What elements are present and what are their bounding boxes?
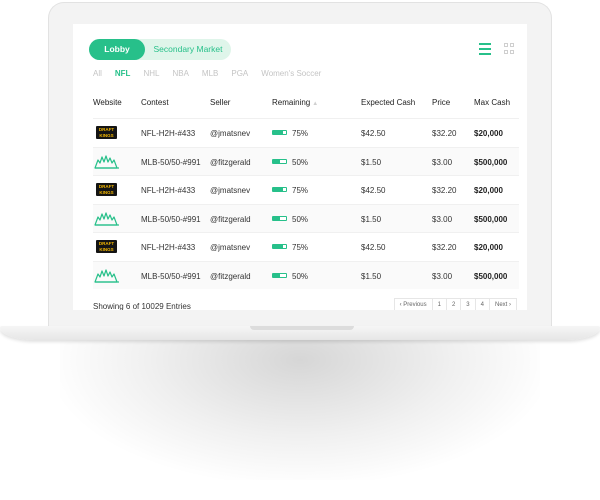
table-row[interactable]: DRAFT KINGS NFL-H2H-#433 @jmatsnev 75% $42.5…	[93, 118, 519, 147]
expected-cash-cell: $42.50	[361, 186, 386, 195]
remaining-progress-fill	[273, 131, 283, 134]
page-2-button[interactable]: 2	[445, 298, 461, 310]
remaining-cell: 75%	[292, 243, 309, 252]
draftkings-logo: DRAFT KINGS	[96, 183, 117, 196]
seller-cell[interactable]: @jmatsnev	[210, 186, 250, 195]
expected-cash-cell: $42.50	[361, 129, 386, 138]
pagination: ‹ Previous 1 2 3 4 Next ›	[393, 298, 517, 310]
expected-cash-cell: $1.50	[361, 157, 382, 167]
max-cash-cell: $20,000	[474, 186, 503, 195]
entries-count: Showing 6 of 10029 Entries	[93, 302, 191, 310]
contest-cell[interactable]: MLB-50/50-#991	[141, 158, 201, 167]
seller-cell[interactable]: @jmatsnev	[210, 243, 250, 252]
seller-cell[interactable]: @fitzgerald	[210, 272, 251, 281]
contest-cell[interactable]: NFL-H2H-#433	[141, 186, 195, 195]
page-4-button[interactable]: 4	[474, 298, 489, 310]
column-remaining[interactable]: Remaining ▲	[272, 98, 318, 107]
price-cell: $32.20	[432, 186, 457, 195]
next-button[interactable]: Next ›	[488, 298, 517, 310]
column-price[interactable]: Price	[432, 98, 450, 107]
remaining-cell: 75%	[292, 186, 309, 195]
grid-icon[interactable]	[504, 43, 515, 54]
page-3-button[interactable]: 3	[460, 298, 475, 310]
column-remaining-label: Remaining	[272, 98, 311, 107]
expected-cash-cell: $42.50	[361, 243, 386, 252]
remaining-progress-bar	[272, 130, 287, 135]
column-website[interactable]: Website	[93, 98, 122, 107]
sport-tab-nba[interactable]: NBA	[172, 69, 188, 78]
page-1-button[interactable]: 1	[431, 298, 446, 310]
table-row[interactable]: DRAFT KINGS NFL-H2H-#433 @jmatsnev 75% $42.5…	[93, 175, 519, 204]
sport-tab-mlb[interactable]: MLB	[202, 69, 218, 78]
market-toggle: Lobby Secondary Market	[89, 39, 231, 60]
seller-cell[interactable]: @fitzgerald	[210, 215, 251, 224]
table-row[interactable]: DRAFT KINGS NFL-H2H-#433 @jmatsnev 75% $42.5…	[93, 232, 519, 261]
max-cash-cell: $500,000	[474, 214, 508, 224]
remaining-cell: 50%	[292, 271, 309, 281]
sport-tab-pga[interactable]: PGA	[231, 69, 248, 78]
laptop-notch	[250, 326, 354, 330]
column-max-cash[interactable]: Max Cash	[474, 98, 510, 107]
column-expected-cash[interactable]: Expected Cash	[361, 98, 415, 107]
remaining-progress-bar	[272, 244, 287, 249]
seller-cell[interactable]: @jmatsnev	[210, 129, 250, 138]
sport-tab-nhl[interactable]: NHL	[143, 69, 159, 78]
max-cash-cell: $20,000	[474, 129, 503, 138]
seller-cell[interactable]: @fitzgerald	[210, 158, 251, 167]
remaining-progress-bar	[272, 187, 287, 192]
contest-cell[interactable]: NFL-H2H-#433	[141, 243, 195, 252]
fanduel-logo	[94, 211, 120, 226]
remaining-progress-fill	[273, 216, 280, 220]
sport-filter-tabs: All NFL NHL NBA MLB PGA Women's Soccer	[93, 69, 334, 78]
price-cell: $32.20	[432, 129, 457, 138]
max-cash-cell: $500,000	[474, 157, 508, 167]
price-cell: $3.00	[432, 271, 453, 281]
sport-tab-nfl[interactable]: NFL	[115, 69, 131, 78]
remaining-cell: 50%	[292, 214, 309, 224]
list-icon[interactable]	[479, 43, 491, 55]
max-cash-cell: $20,000	[474, 243, 503, 252]
contest-cell[interactable]: MLB-50/50-#991	[141, 215, 201, 224]
lobby-tab[interactable]: Lobby	[89, 39, 145, 60]
table-row[interactable]: MLB-50/50-#991 @fitzgerald 50% $1.50 $3.00 $5…	[93, 146, 519, 175]
table-row[interactable]: MLB-50/50-#991 @fitzgerald 50% $1.50 $3.00 $5…	[93, 203, 519, 232]
chevron-right-icon: ›	[507, 302, 511, 308]
remaining-progress-fill	[273, 245, 283, 248]
max-cash-cell: $500,000	[474, 271, 508, 281]
table-row[interactable]: MLB-50/50-#991 @fitzgerald 50% $1.50 $3.00 $5…	[93, 260, 519, 289]
contest-table-body: DRAFT KINGS NFL-H2H-#433 @jmatsnev 75% $42.5…	[93, 118, 519, 289]
sort-icon[interactable]: ▲	[312, 101, 318, 107]
price-cell: $3.00	[432, 157, 453, 167]
laptop-shadow	[60, 330, 540, 480]
column-seller[interactable]: Seller	[210, 98, 230, 107]
contest-cell[interactable]: MLB-50/50-#991	[141, 272, 201, 281]
contest-cell[interactable]: NFL-H2H-#433	[141, 129, 195, 138]
remaining-progress-fill	[273, 159, 280, 163]
previous-button[interactable]: ‹ Previous	[393, 298, 432, 310]
fanduel-logo	[94, 154, 120, 169]
draftkings-logo: DRAFT KINGS	[96, 240, 117, 253]
expected-cash-cell: $1.50	[361, 271, 382, 281]
remaining-cell: 75%	[292, 129, 309, 138]
secondary-market-tab[interactable]: Secondary Market	[145, 39, 231, 60]
app-screen: Lobby Secondary Market All NFL NHL NBA MLB PG…	[73, 24, 527, 310]
chevron-left-icon: ‹	[399, 302, 404, 308]
remaining-progress-bar	[272, 272, 287, 278]
sport-tab-women-s-soccer[interactable]: Women's Soccer	[261, 69, 321, 78]
expected-cash-cell: $1.50	[361, 214, 382, 224]
column-contest[interactable]: Contest	[141, 98, 169, 107]
remaining-progress-fill	[273, 188, 283, 191]
table-header: Website Contest Seller Remaining ▲ Expect…	[93, 98, 519, 114]
price-cell: $32.20	[432, 243, 457, 252]
remaining-progress-fill	[273, 273, 280, 277]
remaining-progress-bar	[272, 215, 287, 221]
draftkings-logo: DRAFT KINGS	[96, 126, 117, 139]
price-cell: $3.00	[432, 214, 453, 224]
sport-tab-all[interactable]: All	[93, 69, 102, 78]
fanduel-logo	[94, 268, 120, 283]
remaining-cell: 50%	[292, 157, 309, 167]
remaining-progress-bar	[272, 158, 287, 164]
